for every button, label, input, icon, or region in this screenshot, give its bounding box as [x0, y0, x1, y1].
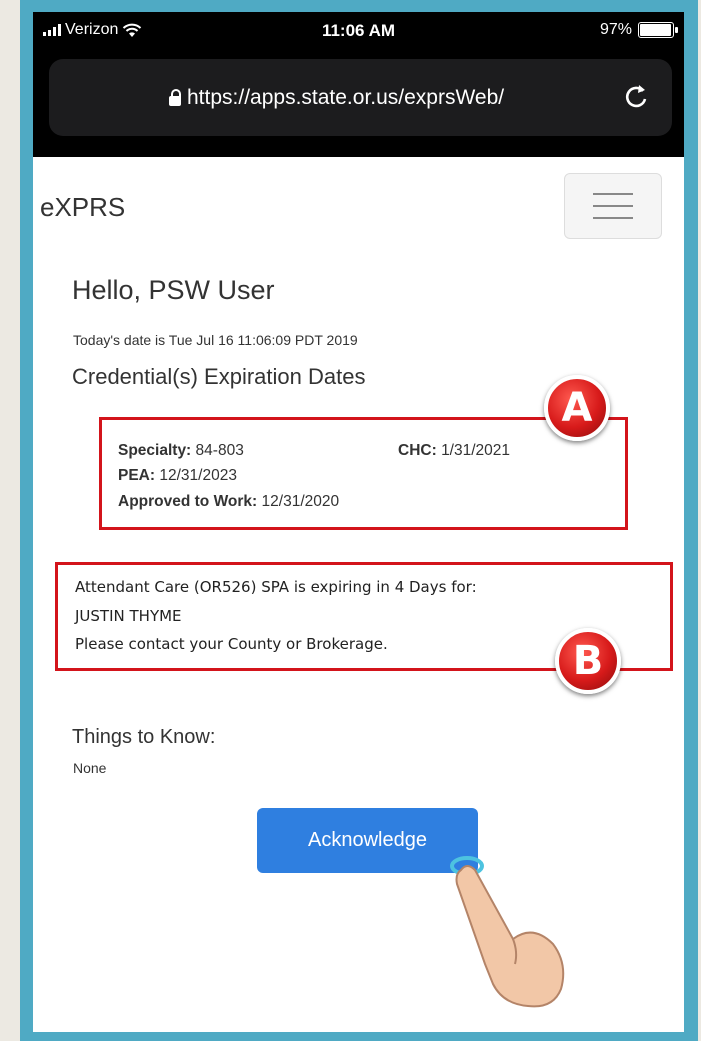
- status-bar: Verizon 11:06 AM 97% https://apps.state.…: [33, 12, 684, 157]
- notice-line-3: Please contact your County or Brokerage.: [75, 635, 388, 653]
- things-to-know-value: None: [73, 760, 107, 776]
- approved-value: 12/31/2020: [261, 493, 340, 510]
- address-bar[interactable]: https://apps.state.or.us/exprsWeb/: [49, 59, 672, 136]
- phone-screen: Verizon 11:06 AM 97% https://apps.state.…: [33, 12, 684, 1032]
- credential-approved: Approved to Work: 12/31/2020: [118, 493, 339, 511]
- url-text: https://apps.state.or.us/exprsWeb/: [187, 86, 505, 109]
- annotation-marker-a: A: [544, 375, 610, 441]
- lock-icon: [169, 89, 181, 106]
- notice-line-1: Attendant Care (OR526) SPA is expiring i…: [75, 578, 477, 596]
- menu-toggle-button[interactable]: [564, 173, 662, 239]
- specialty-value: 84-803: [195, 442, 244, 459]
- credentials-title: Credential(s) Expiration Dates: [72, 364, 366, 389]
- reload-icon[interactable]: [618, 79, 654, 115]
- credential-specialty: Specialty: 84-803: [118, 442, 244, 460]
- specialty-label: Specialty:: [118, 442, 192, 459]
- chc-value: 1/31/2021: [441, 442, 511, 459]
- credential-pea: PEA: 12/31/2023: [118, 467, 237, 485]
- things-to-know-title: Things to Know:: [72, 726, 216, 748]
- greeting-heading: Hello, PSW User: [72, 275, 275, 305]
- status-time: 11:06 AM: [321, 21, 396, 40]
- current-date: Today's date is Tue Jul 16 11:06:09 PDT …: [73, 332, 358, 348]
- url-display[interactable]: https://apps.state.or.us/exprsWeb/: [169, 86, 504, 110]
- site-navbar: eXPRS: [33, 157, 684, 249]
- battery-icon: [638, 22, 678, 38]
- pea-value: 12/31/2023: [159, 467, 237, 484]
- credential-chc: CHC: 1/31/2021: [398, 442, 510, 460]
- approved-label: Approved to Work:: [118, 493, 258, 510]
- battery-percent: 97%: [599, 21, 632, 38]
- chc-label: CHC:: [398, 442, 437, 459]
- brand-logo-text[interactable]: eXPRS: [40, 192, 125, 223]
- annotation-marker-b: B: [555, 628, 621, 694]
- pea-label: PEA:: [118, 467, 156, 484]
- notice-line-2: JUSTIN THYME: [75, 607, 182, 625]
- battery-info: 97%: [599, 21, 678, 39]
- pointing-hand-icon: [450, 856, 565, 1008]
